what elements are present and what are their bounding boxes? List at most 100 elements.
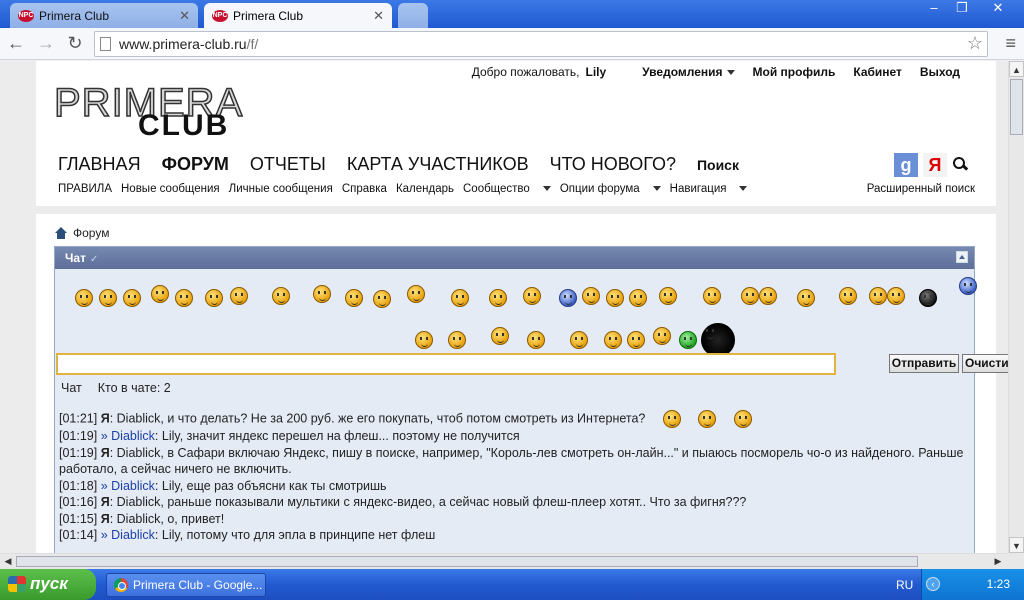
smiley-icon[interactable]	[205, 289, 223, 307]
smiley-icon[interactable]	[604, 331, 622, 349]
smiley-icon[interactable]	[272, 287, 290, 305]
tab-close-icon[interactable]: ✕	[179, 8, 190, 24]
smiley-icon[interactable]	[629, 289, 647, 307]
url-text[interactable]: www.primera-club.ru/f/	[119, 36, 258, 52]
logout-link[interactable]: Выход	[920, 65, 960, 79]
yandex-search-icon[interactable]: Я	[923, 153, 947, 177]
browser-tab-1[interactable]: NPC Primera Club ✕	[10, 3, 198, 28]
smiley-icon[interactable]	[373, 290, 391, 308]
message-author-link[interactable]: Diablick	[111, 429, 155, 443]
scroll-right-icon[interactable]: ▶	[990, 554, 1006, 570]
breadcrumb-forum[interactable]: Форум	[73, 226, 109, 240]
smiley-icon[interactable]	[230, 287, 248, 305]
subnav-forum-options[interactable]: Опции форума	[560, 183, 661, 195]
clear-button[interactable]: Очистить	[962, 354, 1008, 373]
subnav-private-messages[interactable]: Личные сообщения	[229, 183, 333, 195]
smiley-icon[interactable]	[559, 289, 577, 307]
message-author-link[interactable]: Diablick	[111, 479, 155, 493]
smiley-icon[interactable]	[345, 289, 363, 307]
google-search-icon[interactable]: g	[894, 153, 918, 177]
tab-chat[interactable]: Чат	[61, 381, 82, 395]
vertical-scrollbar[interactable]: ▲ ▼	[1008, 61, 1024, 553]
taskbar-item-chrome[interactable]: Primera Club - Google...	[106, 573, 266, 597]
smiley-icon[interactable]	[313, 285, 331, 303]
subnav-community[interactable]: Сообщество	[463, 183, 551, 195]
message-author-link[interactable]: Diablick	[111, 528, 155, 542]
bookmark-star-icon[interactable]: ☆	[967, 33, 983, 54]
smiley-icon[interactable]	[151, 285, 169, 303]
new-tab-button[interactable]	[398, 3, 428, 28]
tab-close-icon[interactable]: ✕	[373, 8, 384, 24]
smiley-icon[interactable]	[123, 289, 141, 307]
smiley-icon[interactable]	[839, 287, 857, 305]
smiley-icon[interactable]	[451, 289, 469, 307]
home-icon[interactable]	[55, 227, 67, 239]
subnav-help[interactable]: Справка	[342, 183, 387, 195]
reload-icon[interactable]: ↻	[63, 32, 87, 56]
back-icon[interactable]: ←	[4, 32, 28, 56]
username-link[interactable]: Lily	[586, 65, 607, 79]
address-bar[interactable]: www.primera-club.ru/f/ ☆	[94, 31, 988, 57]
restore-icon[interactable]: ❐	[948, 0, 976, 18]
forward-icon[interactable]: →	[34, 32, 58, 56]
smiley-icon[interactable]	[491, 327, 509, 345]
search-icon[interactable]	[953, 157, 967, 171]
smiley-icon[interactable]	[527, 331, 545, 349]
notifications-menu[interactable]: Уведомления	[624, 65, 735, 79]
smiley-icon[interactable]	[489, 289, 507, 307]
nav-forum[interactable]: ФОРУМ	[162, 154, 229, 175]
start-button[interactable]: пуск	[0, 569, 96, 600]
smiley-icon[interactable]	[797, 289, 815, 307]
language-indicator[interactable]: RU	[896, 578, 913, 592]
scroll-up-icon[interactable]: ▲	[1009, 61, 1024, 77]
scroll-left-icon[interactable]: ◀	[0, 554, 16, 570]
horizontal-scrollbar[interactable]: ◀ ▶	[0, 553, 1008, 569]
nav-search[interactable]: Поиск	[697, 157, 739, 175]
smiley-icon[interactable]	[959, 277, 977, 295]
scrollbar-thumb[interactable]	[16, 556, 918, 567]
smiley-icon[interactable]	[627, 331, 645, 349]
smiley-icon[interactable]	[679, 331, 697, 349]
smiley-icon[interactable]	[606, 289, 624, 307]
smiley-icon[interactable]	[407, 285, 425, 303]
subnav-calendar[interactable]: Календарь	[396, 183, 454, 195]
menu-icon[interactable]: ≡	[1005, 33, 1016, 54]
smiley-icon[interactable]	[919, 289, 937, 307]
smiley-icon[interactable]	[759, 287, 777, 305]
chat-message-input[interactable]	[56, 353, 836, 375]
subnav-rules[interactable]: ПРАВИЛА	[58, 183, 112, 195]
subnav-navigation[interactable]: Навигация	[670, 183, 748, 195]
site-logo[interactable]: PRIMERA CLUB	[53, 80, 244, 142]
nav-home[interactable]: ГЛАВНАЯ	[58, 154, 141, 175]
smiley-icon[interactable]	[582, 287, 600, 305]
advanced-search-link[interactable]: Расширенный поиск	[867, 183, 975, 195]
nav-reports[interactable]: ОТЧЕТЫ	[250, 154, 326, 175]
smiley-icon[interactable]	[570, 331, 588, 349]
smiley-icon[interactable]	[741, 287, 759, 305]
smiley-icon[interactable]	[869, 287, 887, 305]
smiley-icon[interactable]	[415, 331, 433, 349]
send-button[interactable]: Отправить	[889, 354, 959, 373]
smiley-icon[interactable]	[659, 287, 677, 305]
smiley-icon[interactable]	[99, 289, 117, 307]
smiley-icon[interactable]	[523, 287, 541, 305]
clock[interactable]: 1:23	[987, 577, 1010, 591]
smiley-icon[interactable]	[703, 287, 721, 305]
cabinet-link[interactable]: Кабинет	[853, 65, 902, 79]
show-hidden-icons-icon[interactable]: ‹	[926, 577, 940, 591]
smiley-icon[interactable]	[175, 289, 193, 307]
smiley-icon[interactable]	[887, 287, 905, 305]
minimize-icon[interactable]: –	[920, 0, 948, 18]
smiley-icon[interactable]	[448, 331, 466, 349]
scroll-down-icon[interactable]: ▼	[1009, 537, 1024, 553]
smiley-icon[interactable]	[653, 327, 671, 345]
browser-tab-2[interactable]: NPC Primera Club ✕	[204, 3, 392, 28]
scrollbar-thumb[interactable]	[1010, 79, 1023, 135]
subnav-new-posts[interactable]: Новые сообщения	[121, 183, 220, 195]
profile-link[interactable]: Мой профиль	[753, 65, 836, 79]
nav-whats-new[interactable]: ЧТО НОВОГО?	[550, 154, 676, 175]
collapse-icon[interactable]	[956, 251, 968, 263]
tab-who-in-chat[interactable]: Кто в чате: 2	[98, 381, 171, 395]
nav-members-map[interactable]: КАРТА УЧАСТНИКОВ	[347, 154, 529, 175]
smiley-icon[interactable]	[701, 323, 735, 357]
